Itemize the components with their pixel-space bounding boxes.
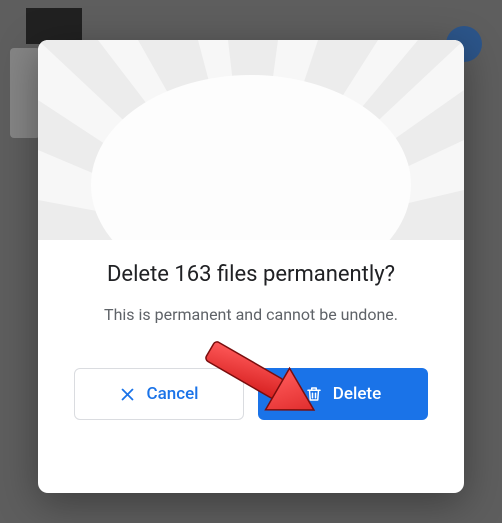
close-icon: [119, 386, 136, 403]
dialog-title: Delete 163 files permanently?: [107, 262, 395, 287]
confirm-delete-dialog: Delete 163 files permanently? This is pe…: [38, 40, 464, 493]
delete-button[interactable]: Delete: [258, 368, 428, 420]
dialog-subtitle: This is permanent and cannot be undone.: [104, 305, 398, 324]
delete-button-label: Delete: [333, 384, 381, 404]
dialog-illustration: [38, 40, 464, 240]
dialog-actions: Cancel Delete: [62, 368, 440, 420]
trash-icon: [305, 385, 323, 403]
sunburst-illustration: [38, 40, 464, 240]
dialog-body: Delete 163 files permanently? This is pe…: [38, 240, 464, 493]
cancel-button[interactable]: Cancel: [74, 368, 244, 420]
cancel-button-label: Cancel: [146, 384, 198, 404]
